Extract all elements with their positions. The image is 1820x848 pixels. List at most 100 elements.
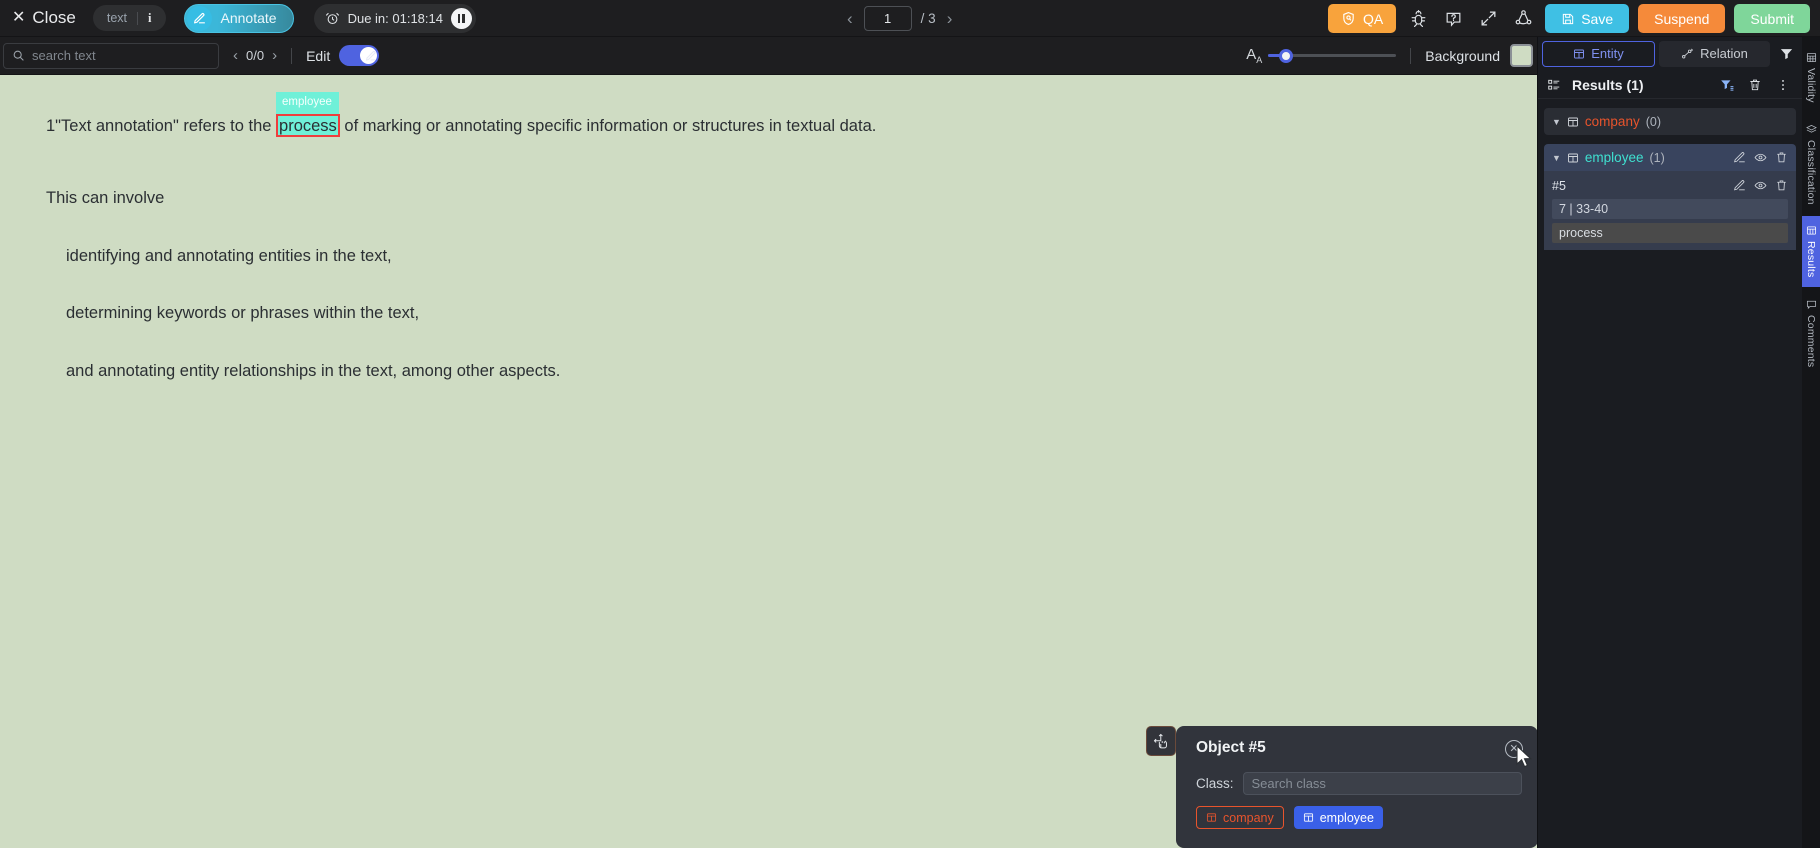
view-settings: AA Background xyxy=(1246,44,1537,67)
qa-button[interactable]: QA xyxy=(1327,4,1397,33)
list-icon xyxy=(1547,78,1561,92)
edit-mode-toggle[interactable] xyxy=(339,45,380,66)
qa-button-label: QA xyxy=(1362,10,1384,27)
trash-icon[interactable] xyxy=(1745,78,1765,92)
document-line: and annotating entity relationships in t… xyxy=(66,362,561,381)
vertical-tab-strip: Validity Classification Results Comments xyxy=(1802,37,1820,848)
tab-relation[interactable]: Relation xyxy=(1659,40,1770,67)
info-icon[interactable]: i xyxy=(148,11,151,26)
results-header: Results (1) xyxy=(1538,71,1802,99)
more-vertical-icon[interactable] xyxy=(1773,78,1793,92)
class-search-input[interactable] xyxy=(1242,772,1522,795)
result-object-id: #5 xyxy=(1552,178,1566,193)
entity-highlight[interactable]: employee process xyxy=(276,92,340,137)
tab-entity[interactable]: Entity xyxy=(1542,40,1655,67)
close-button[interactable]: ✕ Close xyxy=(12,8,76,28)
close-circle-icon[interactable]: ✕ xyxy=(1505,740,1523,758)
document-line: determining keywords or phrases within t… xyxy=(66,304,420,323)
slider-knob[interactable] xyxy=(1279,48,1294,63)
background-color-swatch[interactable] xyxy=(1510,44,1533,67)
filter-icon[interactable] xyxy=(1774,46,1798,61)
due-label: Due in: 01:18:14 xyxy=(347,10,443,26)
eye-icon[interactable] xyxy=(1754,151,1767,164)
bug-icon[interactable] xyxy=(1405,6,1431,32)
prev-page-button[interactable]: ‹ xyxy=(845,10,855,27)
result-object-value: process xyxy=(1552,223,1788,243)
class-option-company[interactable]: company xyxy=(1196,806,1284,829)
vtab-comments[interactable]: Comments xyxy=(1802,290,1820,376)
pencil-icon[interactable] xyxy=(1733,151,1746,164)
submit-button[interactable]: Submit xyxy=(1734,4,1810,33)
result-group-count: (1) xyxy=(1649,150,1665,165)
prev-match-button[interactable]: ‹ xyxy=(233,48,238,63)
question-mark-icon[interactable] xyxy=(1440,6,1466,32)
page-number-input[interactable]: 1 xyxy=(863,6,912,31)
result-object[interactable]: #5 7 | 33-40 process xyxy=(1544,171,1796,250)
suspend-button[interactable]: Suspend xyxy=(1638,4,1726,33)
filter-list-icon[interactable] xyxy=(1717,78,1737,92)
entity-icon xyxy=(1567,116,1579,128)
submit-button-label: Submit xyxy=(1750,10,1794,27)
trash-icon[interactable] xyxy=(1775,151,1788,164)
document-type-chip[interactable]: text i xyxy=(92,5,166,31)
class-field-row: Class: xyxy=(1196,772,1522,795)
vtab-label: Validity xyxy=(1805,68,1817,103)
font-size-slider[interactable] xyxy=(1268,48,1397,64)
save-button[interactable]: Save xyxy=(1545,4,1630,33)
popup-drag-handle[interactable] xyxy=(1146,726,1176,756)
top-right-actions: QA Save Suspend Submit xyxy=(1327,0,1810,37)
result-group-name: employee xyxy=(1584,150,1644,165)
comments-icon xyxy=(1806,299,1817,310)
caret-down-icon[interactable]: ▼ xyxy=(1552,117,1561,127)
result-group-header[interactable]: ▼ employee (1) xyxy=(1544,144,1796,171)
vtab-classification[interactable]: Classification xyxy=(1802,115,1820,214)
result-object-header: #5 xyxy=(1552,175,1788,196)
vtab-results[interactable]: Results xyxy=(1802,216,1820,287)
popup-title: Object #5 xyxy=(1196,739,1266,756)
document-line: 1"Text annotation" refers to the employe… xyxy=(46,92,1537,137)
next-match-button[interactable]: › xyxy=(272,48,277,63)
pause-button[interactable] xyxy=(450,7,472,29)
pencil-icon[interactable] xyxy=(1733,179,1746,192)
background-label: Background xyxy=(1425,47,1500,64)
right-panel: Entity Relation Results (1) ▼ company (0… xyxy=(1537,37,1802,848)
annotate-toggle[interactable]: Annotate xyxy=(183,3,294,33)
font-size-icon: AA xyxy=(1246,46,1263,65)
class-option-label: company xyxy=(1223,810,1274,825)
edit-toggle-icon xyxy=(365,50,377,62)
document-type-label: text xyxy=(106,11,128,25)
result-object-span: 7 | 33-40 xyxy=(1552,199,1788,219)
tab-entity-label: Entity xyxy=(1591,46,1624,61)
floppy-disk-icon xyxy=(1561,12,1575,26)
divider xyxy=(1410,47,1412,64)
result-group-header[interactable]: ▼ company (0) xyxy=(1544,108,1796,135)
relation-graph-icon[interactable] xyxy=(1510,6,1536,32)
vtab-label: Classification xyxy=(1805,139,1817,205)
next-page-button[interactable]: › xyxy=(945,10,955,27)
suspend-button-label: Suspend xyxy=(1654,10,1710,27)
class-option-employee[interactable]: employee xyxy=(1293,806,1383,829)
annotation-app: ✕ Close text i Annotate Due in: 01:18:14… xyxy=(0,0,1820,848)
search-input[interactable] xyxy=(32,48,210,63)
search-match-navigator: ‹ 0/0 › xyxy=(233,48,277,63)
divider xyxy=(137,11,139,25)
document-line: identifying and annotating entities in t… xyxy=(66,246,392,265)
line-text-suffix: of marking or annotating specific inform… xyxy=(339,117,877,135)
result-group-count: (0) xyxy=(1645,114,1661,129)
caret-down-icon[interactable]: ▼ xyxy=(1552,153,1561,163)
annotate-label: Annotate xyxy=(220,10,277,26)
validity-icon xyxy=(1806,52,1817,63)
object-class-popup: Object #5 ✕ Class: company employee xyxy=(1176,726,1538,848)
vtab-validity[interactable]: Validity xyxy=(1802,43,1820,112)
trash-icon[interactable] xyxy=(1775,179,1788,192)
class-options: company employee xyxy=(1196,806,1522,829)
search-icon xyxy=(12,49,25,62)
eye-icon[interactable] xyxy=(1754,179,1767,192)
line-text-prefix: 1"Text annotation" refers to the xyxy=(46,117,277,135)
page-navigator: ‹ 1 / 3 › xyxy=(845,0,954,37)
search-box[interactable] xyxy=(3,42,219,69)
class-option-label: employee xyxy=(1319,810,1374,825)
document-line: This can involve xyxy=(46,188,165,207)
expand-icon[interactable] xyxy=(1475,6,1501,32)
edit-mode-label: Edit xyxy=(306,47,331,64)
